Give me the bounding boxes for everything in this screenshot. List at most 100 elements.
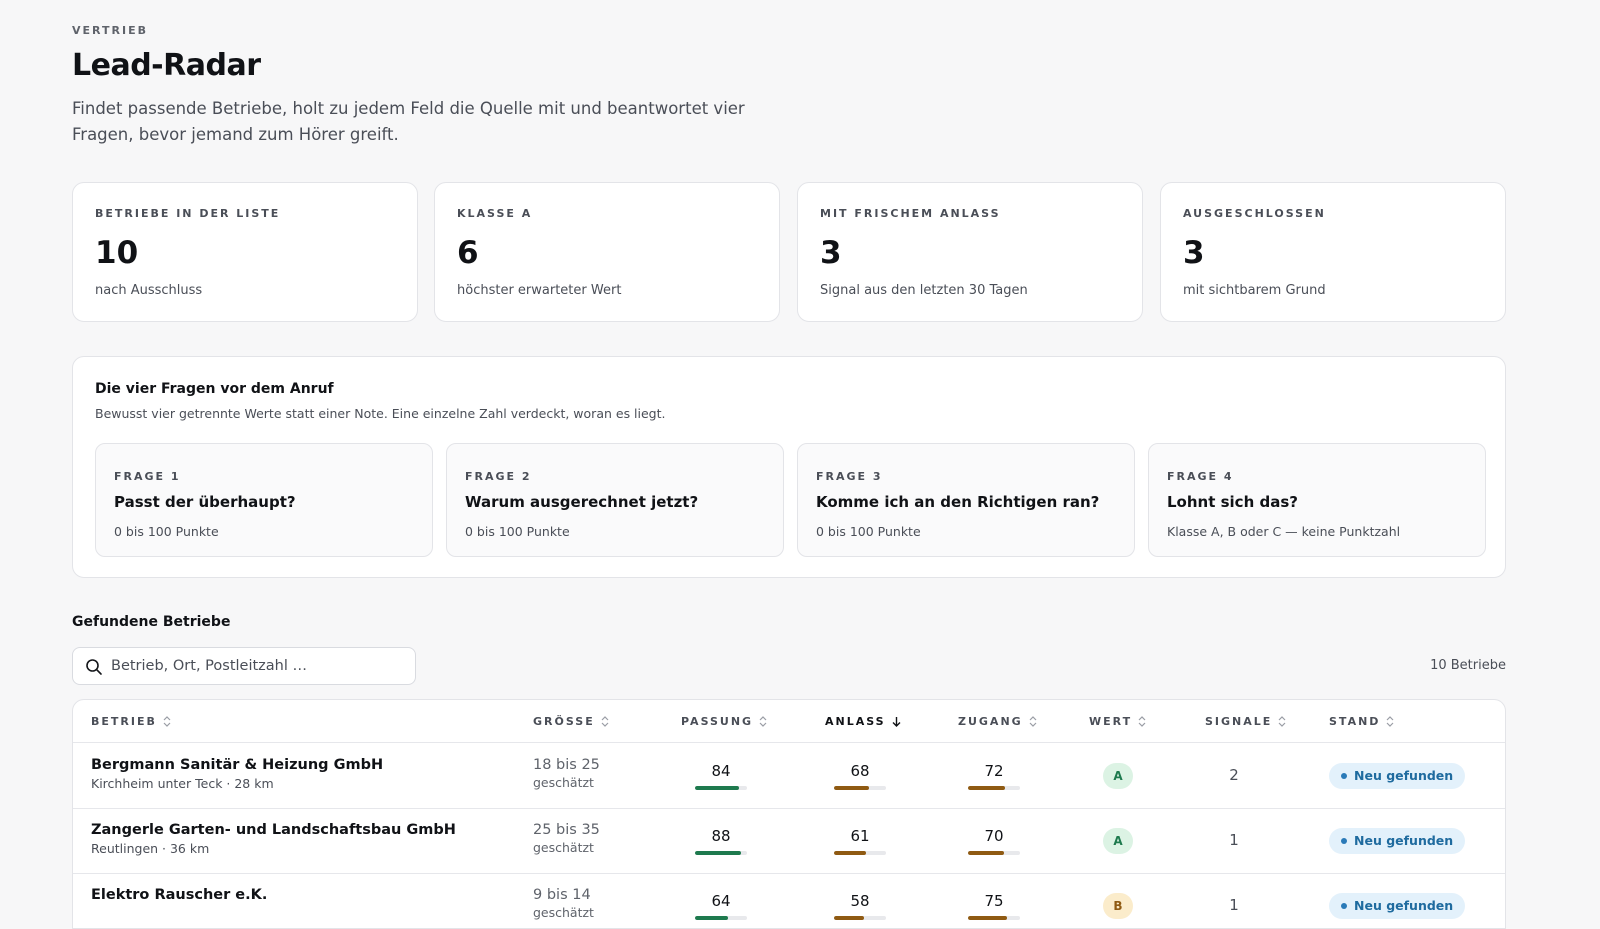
status-label: Neu gefunden: [1354, 833, 1454, 848]
fit-score: 84: [695, 762, 747, 790]
question-number: FRAGE 2: [465, 470, 532, 483]
trigger-score-value: 58: [850, 892, 870, 910]
access-score: 70: [968, 827, 1020, 855]
access-score-value: 70: [984, 827, 1004, 845]
column-label: SIGNALE: [1205, 715, 1273, 728]
column-label: PASSUNG: [681, 715, 754, 728]
question-card-2: FRAGE 2 Warum ausgerechnet jetzt? 0 bis …: [446, 443, 784, 557]
column-header-betrieb[interactable]: BETRIEB: [91, 715, 171, 728]
fit-score: 88: [695, 827, 747, 855]
sort-updown-icon: [1278, 716, 1286, 727]
trigger-score-bar: [834, 851, 886, 855]
column-header-signale[interactable]: SIGNALE: [1205, 715, 1286, 728]
page-subtitle: Findet passende Betriebe, holt zu jedem …: [72, 99, 745, 144]
firm-name[interactable]: Bergmann Sanitär & Heizung GmbH: [91, 757, 383, 773]
question-scale: Klasse A, B oder C — keine Punktzahl: [1167, 524, 1401, 539]
firm-name[interactable]: Elektro Rauscher e.K.: [91, 887, 267, 903]
questions-subtitle: Bewusst vier getrennte Werte statt einer…: [95, 406, 666, 421]
fit-score-bar: [695, 851, 747, 855]
fit-score-value: 64: [711, 892, 731, 910]
question-number: FRAGE 3: [816, 470, 883, 483]
table-row[interactable]: Elektro Rauscher e.K. 9 bis 14 geschätzt…: [73, 874, 1505, 928]
signal-count: 2: [1229, 766, 1239, 784]
access-score-fill: [968, 851, 1005, 855]
column-label: BETRIEB: [91, 715, 157, 728]
question-number: FRAGE 1: [114, 470, 181, 483]
table-row[interactable]: Bergmann Sanitär & Heizung GmbH Kirchhei…: [73, 744, 1505, 809]
question-text: Komme ich an den Richtigen ran?: [816, 493, 1100, 511]
fit-score-bar: [695, 916, 747, 920]
status-badge[interactable]: Neu gefunden: [1329, 763, 1466, 789]
trigger-score-bar: [834, 916, 886, 920]
trigger-score-bar: [834, 786, 886, 790]
questions-panel: Die vier Fragen vor dem Anruf Bewusst vi…: [72, 356, 1506, 578]
fit-score-fill: [695, 916, 729, 920]
kpi-label: BETRIEBE IN DER LISTE: [95, 207, 281, 220]
firm-name[interactable]: Zangerle Garten- und Landschaftsbau GmbH: [91, 822, 456, 838]
question-text: Lohnt sich das?: [1167, 493, 1298, 511]
column-header-anlass[interactable]: ANLASS: [825, 715, 901, 728]
section-eyebrow: VERTRIEB: [72, 24, 148, 37]
question-card-3: FRAGE 3 Komme ich an den Richtigen ran? …: [797, 443, 1135, 557]
trigger-score-value: 61: [850, 827, 870, 845]
search-icon: [86, 659, 102, 675]
firm-cell: Zangerle Garten- und Landschaftsbau GmbH…: [91, 822, 456, 856]
size-cell: 9 bis 14 geschätzt: [533, 887, 594, 920]
question-scale: 0 bis 100 Punkte: [465, 524, 570, 539]
question-scale: 0 bis 100 Punkte: [114, 524, 219, 539]
column-header-passung[interactable]: PASSUNG: [681, 715, 767, 728]
firm-cell: Bergmann Sanitär & Heizung GmbH Kirchhei…: [91, 757, 383, 791]
column-header-groesse[interactable]: GRÖSSE: [533, 715, 609, 728]
firm-cell: Elektro Rauscher e.K.: [91, 887, 267, 906]
access-score-fill: [968, 916, 1007, 920]
column-label: ZUGANG: [958, 715, 1023, 728]
arrow-down-icon: [892, 717, 901, 727]
size-cell: 18 bis 25 geschätzt: [533, 757, 600, 790]
trigger-score: 61: [834, 827, 886, 855]
status-dot-icon: [1341, 838, 1347, 844]
access-score-value: 75: [984, 892, 1004, 910]
search-box[interactable]: [72, 647, 416, 685]
sort-updown-icon: [759, 716, 767, 727]
column-label: ANLASS: [825, 715, 886, 728]
question-text: Passt der überhaupt?: [114, 493, 296, 511]
column-header-stand[interactable]: STAND: [1329, 715, 1394, 728]
column-header-zugang[interactable]: ZUGANG: [958, 715, 1037, 728]
kpi-label: MIT FRISCHEM ANLASS: [820, 207, 1001, 220]
status-badge[interactable]: Neu gefunden: [1329, 893, 1466, 919]
trigger-score: 58: [834, 892, 886, 920]
size-note: geschätzt: [533, 905, 594, 920]
status-label: Neu gefunden: [1354, 898, 1454, 913]
access-score-fill: [968, 786, 1006, 790]
fit-score-value: 84: [711, 762, 731, 780]
question-card-1: FRAGE 1 Passt der überhaupt? 0 bis 100 P…: [95, 443, 433, 557]
access-score-bar: [968, 786, 1020, 790]
fit-score-bar: [695, 786, 747, 790]
question-card-4: FRAGE 4 Lohnt sich das? Klasse A, B oder…: [1148, 443, 1486, 557]
kpi-card-betriebe: BETRIEBE IN DER LISTE 10 nach Ausschluss: [72, 182, 418, 322]
sort-updown-icon: [1138, 716, 1146, 727]
size-note: geschätzt: [533, 775, 594, 790]
column-label: WERT: [1089, 715, 1133, 728]
sort-updown-icon: [163, 716, 171, 727]
kpi-value: 10: [95, 235, 139, 271]
trigger-score: 68: [834, 762, 886, 790]
search-input[interactable]: [111, 648, 407, 684]
kpi-card-ausgeschlossen: AUSGESCHLOSSEN 3 mit sichtbarem Grund: [1160, 182, 1506, 322]
column-label: STAND: [1329, 715, 1381, 728]
sort-updown-icon: [1386, 716, 1394, 727]
signal-count: 1: [1229, 831, 1239, 849]
access-score-value: 72: [984, 762, 1004, 780]
status-badge[interactable]: Neu gefunden: [1329, 828, 1466, 854]
access-score: 75: [968, 892, 1020, 920]
trigger-score-fill: [834, 916, 865, 920]
kpi-value: 3: [820, 235, 842, 271]
table-row[interactable]: Zangerle Garten- und Landschaftsbau GmbH…: [73, 809, 1505, 874]
fit-score-value: 88: [711, 827, 731, 845]
fit-score-fill: [695, 786, 739, 790]
kpi-value: 3: [1183, 235, 1205, 271]
column-header-wert[interactable]: WERT: [1089, 715, 1146, 728]
question-number: FRAGE 4: [1167, 470, 1234, 483]
size-cell: 25 bis 35 geschätzt: [533, 822, 600, 855]
kpi-note: Signal aus den letzten 30 Tagen: [820, 283, 1028, 298]
